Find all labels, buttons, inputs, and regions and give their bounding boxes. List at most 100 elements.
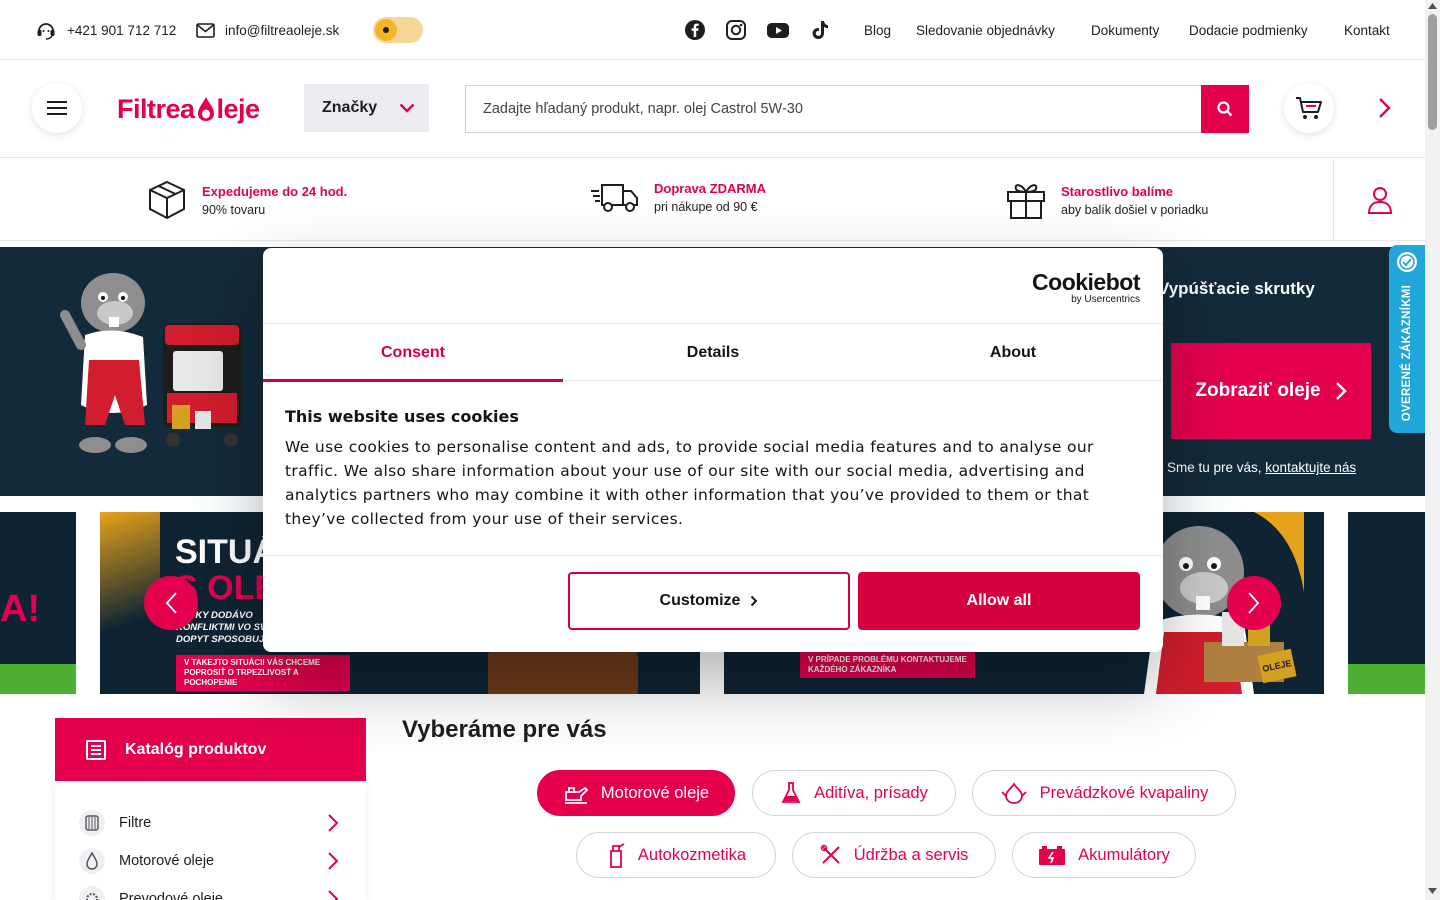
oil-drop-icon [79, 848, 105, 874]
page: +421 901 712 712 info@filtreaoleje.sk Bl… [0, 0, 1440, 900]
chevron-down-icon [399, 103, 415, 113]
verified-badge-icon [1397, 252, 1417, 272]
show-oils-button[interactable]: Zobraziť oleje [1171, 343, 1371, 439]
scroll-down-arrow-icon[interactable] [1428, 888, 1437, 894]
tab-consent[interactable]: Consent [263, 324, 563, 382]
battery-icon [1039, 846, 1066, 865]
cart-button[interactable] [1284, 83, 1334, 133]
page-scrollbar[interactable] [1425, 0, 1440, 900]
benefit-title: Doprava ZDARMA [654, 180, 766, 196]
logo-text-left: Filtrea [117, 93, 195, 124]
tab-about[interactable]: About [863, 324, 1163, 381]
spray-bottle-icon [609, 843, 625, 868]
catalog-item-filters[interactable]: Filtre [79, 809, 343, 837]
site-logo[interactable]: Filtrea leje [117, 86, 269, 132]
oil-drop-logo-icon [197, 97, 214, 121]
category-pill-car-cosmetics[interactable]: Autokozmetika [576, 832, 776, 878]
cookiebot-brand-sub: by Usercentrics [1071, 294, 1140, 305]
chevron-right-icon [751, 595, 758, 607]
promo-contact-text: Sme tu pre vás, kontaktujte nás [1167, 460, 1356, 475]
chevron-right-icon [1335, 382, 1347, 400]
carousel-next-button[interactable] [1227, 576, 1281, 630]
slide-red-strip: V PRÍPADE PROBLÉMU KONTAKTUJEME KAŽDÉHO … [800, 652, 975, 678]
category-pill-batteries[interactable]: Akumulátory [1012, 832, 1196, 878]
theme-toggle[interactable] [373, 17, 423, 43]
carousel-prev-button[interactable] [144, 576, 198, 630]
email-address[interactable]: info@filtreaoleje.sk [225, 23, 339, 38]
box-icon [149, 180, 185, 220]
search-button[interactable] [1201, 85, 1249, 133]
scrollbar-thumb[interactable] [1428, 14, 1437, 130]
catalog-item-gear-oils[interactable]: Prevodové oleje [79, 885, 343, 900]
phone-number[interactable]: +421 901 712 712 [67, 23, 176, 38]
cookie-tabs: Consent Details About [263, 323, 1163, 382]
tiktok-icon[interactable] [809, 19, 831, 41]
slide-body-line: KONFLIKTMI VO SV [176, 622, 267, 633]
phone-contact[interactable]: +421 901 712 712 [35, 0, 176, 60]
email-contact[interactable]: info@filtreaoleje.sk [196, 0, 339, 60]
verified-tab-label: OVERENÉ ZÁKAZNÍKMI [1401, 284, 1414, 422]
logo-text-right: leje [216, 93, 261, 124]
topbar-link-order-tracking[interactable]: Sledovanie objednávky [916, 0, 1055, 60]
tab-details[interactable]: Details [563, 324, 863, 381]
catalog-header[interactable]: Katalóg produktov [55, 718, 366, 781]
category-pill-additives[interactable]: Aditíva, prísady [752, 770, 956, 816]
promo-drain-screws-label[interactable]: Vypúšťacie skrutky [1158, 279, 1315, 299]
chevron-right-icon [328, 852, 339, 870]
toggle-knob [375, 19, 397, 41]
brands-dropdown[interactable]: Značky [304, 84, 429, 132]
benefit-free-delivery: Doprava ZDARMA pri nákupe od 90 € [590, 179, 766, 215]
contact-us-link[interactable]: kontaktujte nás [1265, 460, 1356, 475]
catalog-item-motor-oils[interactable]: Motorové oleje [79, 847, 343, 875]
catalog-item-label: Filtre [119, 815, 152, 831]
scroll-up-arrow-icon[interactable] [1428, 3, 1437, 9]
cookie-title: This website uses cookies [285, 407, 519, 426]
pill-label: Motorové oleje [600, 783, 710, 802]
benefits-bar: Expedujeme do 24 hod. 90% tovaru Doprava… [0, 159, 1425, 241]
customize-button[interactable]: Customize [568, 572, 850, 630]
tools-icon [820, 844, 840, 864]
verified-customers-tab[interactable]: OVERENÉ ZÁKAZNÍKMI [1389, 245, 1425, 433]
grass-decoration [1348, 664, 1425, 694]
mail-icon [196, 22, 215, 38]
cookiebot-logo: Cookiebot by Usercentrics [1032, 270, 1140, 305]
catalog-item-label: Prevodové oleje [119, 891, 223, 900]
allow-all-button[interactable]: Allow all [858, 572, 1140, 630]
benefit-subtitle: 90% tovaru [202, 202, 266, 217]
category-pill-operating-fluids[interactable]: Prevádzkové kvapaliny [972, 770, 1236, 816]
benefit-shipping-time: Expedujeme do 24 hod. 90% tovaru [146, 179, 347, 221]
topbar-link-delivery-terms[interactable]: Dodacie podmienky [1189, 0, 1308, 60]
fluids-icon [1000, 782, 1027, 804]
benefit-subtitle: aby balík došiel v poriadku [1061, 202, 1209, 217]
chevron-right-icon [1248, 592, 1260, 614]
category-pill-maintenance[interactable]: Údržba a servis [792, 832, 996, 878]
topbar-link-contact[interactable]: Kontakt [1344, 0, 1390, 60]
catalog-title: Katalóg produktov [125, 740, 267, 758]
benefit-title: Starostlivo balíme [1061, 183, 1173, 199]
topbar-link-documents[interactable]: Dokumenty [1091, 0, 1159, 60]
cookie-consent-dialog: Cookiebot by Usercentrics Consent Detail… [263, 248, 1163, 652]
instagram-icon[interactable] [725, 19, 747, 41]
search-placeholder: Zadajte hľadaný produkt, napr. olej Cast… [483, 101, 803, 117]
carousel-slide-prev[interactable]: A! [0, 512, 76, 694]
category-pill-motor-oils[interactable]: Motorové oleje [537, 770, 735, 816]
topbar-link-blog[interactable]: Blog [864, 0, 891, 60]
carousel-slide-next[interactable] [1348, 512, 1425, 694]
pill-label: Prevádzkové kvapaliny [1039, 783, 1209, 802]
menu-button[interactable] [32, 83, 82, 133]
pill-label: Aditíva, prísady [814, 783, 928, 802]
contact-prefix: Sme tu pre vás, [1167, 460, 1266, 475]
header: Filtrea leje Značky Zadajte hľadaný prod… [0, 60, 1425, 158]
picks-title: Vyberáme pre vás [402, 716, 607, 743]
search-input[interactable]: Zadajte hľadaný produkt, napr. olej Cast… [465, 85, 1202, 133]
oil-can-icon [564, 786, 589, 804]
facebook-icon[interactable] [684, 19, 706, 41]
chevron-right-icon[interactable] [1372, 96, 1396, 120]
account-button[interactable] [1333, 159, 1425, 241]
search-icon [1217, 101, 1233, 117]
user-icon [1367, 187, 1392, 214]
pill-label: Autokozmetika [637, 845, 747, 864]
youtube-icon[interactable] [766, 19, 790, 41]
brands-label: Značky [322, 99, 378, 116]
benefit-careful-packing: Starostlivo balíme aby balík došiel v po… [1005, 179, 1208, 221]
